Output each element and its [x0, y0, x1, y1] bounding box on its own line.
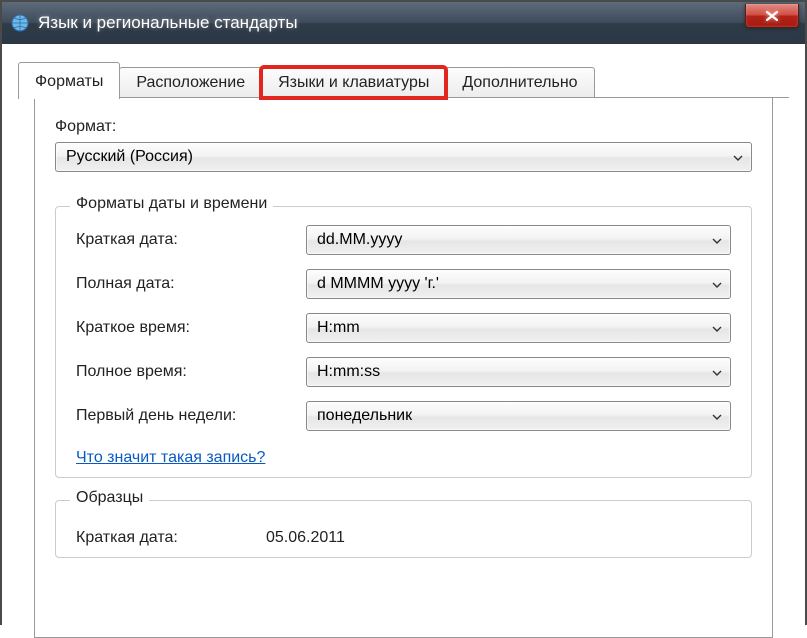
format-help-link[interactable]: Что значит такая запись?: [76, 449, 265, 467]
chevron-down-icon: [712, 275, 722, 293]
format-value: Русский (Россия): [66, 148, 193, 166]
long-time-row: Полное время: H:mm:ss: [76, 357, 731, 387]
long-time-label: Полное время:: [76, 363, 306, 381]
long-date-dropdown[interactable]: d MMMM yyyy 'г.': [306, 269, 731, 299]
close-icon: [765, 10, 779, 22]
sample-short-date-value: 05.06.2011: [266, 529, 345, 547]
tab-languages-keyboards[interactable]: Языки и клавиатуры: [261, 67, 446, 98]
tab-strip: Форматы Расположение Языки и клавиатуры …: [18, 62, 789, 98]
chevron-down-icon: [712, 319, 722, 337]
first-day-row: Первый день недели: понедельник: [76, 401, 731, 431]
format-label: Формат:: [55, 118, 752, 136]
long-date-row: Полная дата: d MMMM yyyy 'г.': [76, 269, 731, 299]
short-date-row: Краткая дата: dd.MM.yyyy: [76, 225, 731, 255]
sample-short-date-label: Краткая дата:: [76, 529, 266, 547]
tab-location[interactable]: Расположение: [119, 67, 262, 98]
tab-label: Форматы: [35, 73, 103, 90]
datetime-formats-legend: Форматы даты и времени: [70, 195, 273, 213]
tab-advanced[interactable]: Дополнительно: [445, 67, 594, 98]
short-date-label: Краткая дата:: [76, 231, 306, 249]
chevron-down-icon: [712, 231, 722, 249]
samples-legend: Образцы: [70, 489, 149, 507]
titlebar: Язык и региональные стандарты: [2, 2, 805, 44]
short-date-value: dd.MM.yyyy: [317, 231, 402, 249]
first-day-value: понедельник: [317, 407, 412, 425]
tab-label: Дополнительно: [462, 74, 577, 91]
first-day-label: Первый день недели:: [76, 407, 306, 425]
long-time-value: H:mm:ss: [317, 363, 380, 381]
tab-panel-formats: Формат: Русский (Россия) Форматы даты и …: [34, 98, 773, 638]
long-date-value: d MMMM yyyy 'г.': [317, 275, 439, 293]
chevron-down-icon: [712, 363, 722, 381]
long-time-dropdown[interactable]: H:mm:ss: [306, 357, 731, 387]
short-time-dropdown[interactable]: H:mm: [306, 313, 731, 343]
short-date-dropdown[interactable]: dd.MM.yyyy: [306, 225, 731, 255]
format-dropdown[interactable]: Русский (Россия): [55, 142, 752, 172]
short-time-label: Краткое время:: [76, 319, 306, 337]
long-date-label: Полная дата:: [76, 275, 306, 293]
tab-formats[interactable]: Форматы: [18, 62, 120, 99]
globe-icon: [10, 13, 30, 33]
tab-label: Расположение: [136, 74, 245, 91]
first-day-dropdown[interactable]: понедельник: [306, 401, 731, 431]
short-time-row: Краткое время: H:mm: [76, 313, 731, 343]
window-title: Язык и региональные стандарты: [38, 13, 745, 33]
sample-short-date-row: Краткая дата: 05.06.2011: [76, 529, 731, 547]
tab-label: Языки и клавиатуры: [278, 74, 429, 91]
close-button[interactable]: [745, 4, 799, 28]
datetime-formats-group: Форматы даты и времени Краткая дата: dd.…: [55, 206, 752, 478]
samples-group: Образцы Краткая дата: 05.06.2011: [55, 500, 752, 558]
chevron-down-icon: [733, 148, 743, 166]
chevron-down-icon: [712, 407, 722, 425]
short-time-value: H:mm: [317, 319, 360, 337]
